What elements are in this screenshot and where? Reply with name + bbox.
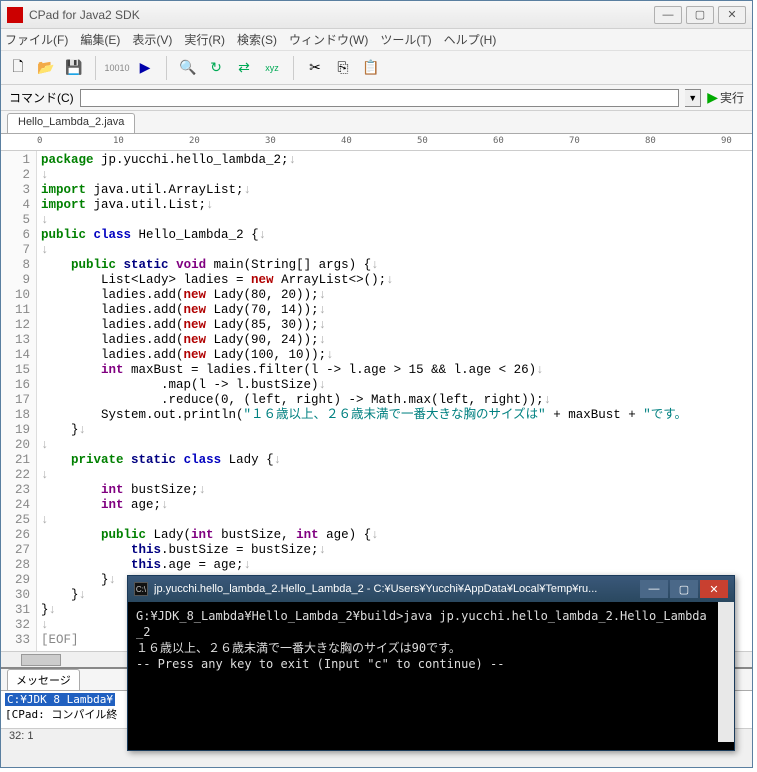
ruler: 0 10 20 30 40 50 60 70 80 90 [1,133,752,151]
close-button[interactable]: ✕ [718,6,746,24]
search-next-icon[interactable]: ↻ [205,57,227,79]
message-tab[interactable]: メッセージ [7,669,80,690]
open-file-icon[interactable]: 📂 [35,57,57,79]
command-row: コマンド(C) ▼ ▶ 実行 [1,85,752,111]
titlebar: CPad for Java2 SDK — ▢ ✕ [1,1,752,29]
line-gutter: 1 2 3 4 5 6 7 8 9 10 11 12 13 14 15 16 1… [1,151,37,651]
run-command-button[interactable]: ▶ 実行 [707,89,744,106]
play-icon: ▶ [707,89,718,106]
menu-help[interactable]: ヘルプ(H) [444,31,497,48]
toolbar: 🗋 📂 💾 10010 ▶ 🔍 ↻ ⇄ xyz ✂ ⎘ 📋 [1,51,752,85]
app-icon [7,7,23,23]
console-minimize-button[interactable]: — [640,580,668,598]
cursor-position: 32: 1 [9,730,33,742]
menu-edit[interactable]: 編集(E) [80,31,120,48]
console-output[interactable]: G:¥JDK_8_Lambda¥Hello_Lambda_2¥build>jav… [128,602,734,742]
message-line-path: C:¥JDK 8 Lambda¥ [5,693,115,706]
cut-icon[interactable]: ✂ [304,57,326,79]
console-close-button[interactable]: ✕ [700,580,728,598]
run-label: 実行 [720,89,744,106]
menubar: ファイル(F) 編集(E) 表示(V) 実行(R) 検索(S) ウィンドウ(W)… [1,29,752,51]
command-label: コマンド(C) [9,89,74,106]
scroll-thumb[interactable] [21,654,61,666]
save-file-icon[interactable]: 💾 [63,57,85,79]
file-tabs: Hello_Lambda_2.java [1,111,752,133]
minimize-button[interactable]: — [654,6,682,24]
console-titlebar[interactable]: C:\ jp.yucchi.hello_lambda_2.Hello_Lambd… [128,576,734,602]
menu-file[interactable]: ファイル(F) [5,31,68,48]
search-icon[interactable]: 🔍 [177,57,199,79]
console-title: jp.yucchi.hello_lambda_2.Hello_Lambda_2 … [154,583,640,595]
menu-run[interactable]: 実行(R) [184,31,225,48]
search-xyz-icon[interactable]: xyz [261,57,283,79]
console-maximize-button[interactable]: ▢ [670,580,698,598]
cmd-icon: C:\ [134,582,148,596]
menu-search[interactable]: 検索(S) [237,31,277,48]
new-file-icon[interactable]: 🗋 [7,57,29,79]
paste-icon[interactable]: 📋 [360,57,382,79]
menu-tool[interactable]: ツール(T) [380,31,431,48]
run-icon[interactable]: ▶ [134,57,156,79]
tab-file[interactable]: Hello_Lambda_2.java [7,113,135,133]
console-window[interactable]: C:\ jp.yucchi.hello_lambda_2.Hello_Lambd… [127,575,735,751]
command-dropdown[interactable]: ▼ [685,89,701,107]
build-icon[interactable]: 10010 [106,57,128,79]
replace-icon[interactable]: ⇄ [233,57,255,79]
menu-window[interactable]: ウィンドウ(W) [289,31,368,48]
command-input[interactable] [80,89,680,107]
window-title: CPad for Java2 SDK [29,8,654,22]
copy-icon[interactable]: ⎘ [332,57,354,79]
menu-view[interactable]: 表示(V) [132,31,172,48]
maximize-button[interactable]: ▢ [686,6,714,24]
